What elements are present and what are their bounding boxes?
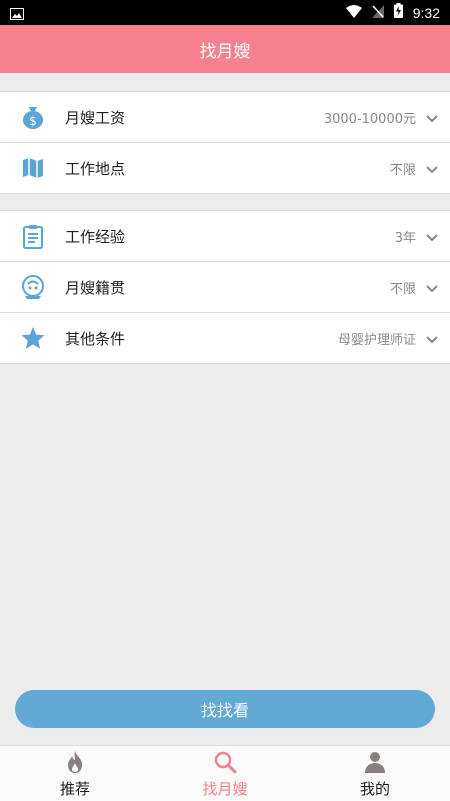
chevron-down-icon xyxy=(426,229,438,242)
chevron-down-icon xyxy=(426,280,438,293)
tab-recommend[interactable]: 推荐 xyxy=(0,746,150,801)
map-icon xyxy=(20,155,46,181)
app-bar: 找月嫂 xyxy=(0,25,450,73)
salary-label: 月嫂工资 xyxy=(65,108,126,127)
status-time: 9:32 xyxy=(412,4,440,21)
other-conditions-label: 其他条件 xyxy=(65,329,126,348)
search-icon xyxy=(213,750,237,774)
bottom-tab-bar: 推荐 找月嫂 我的 xyxy=(0,745,450,801)
chevron-down-icon xyxy=(426,331,438,344)
location-row[interactable]: 工作地点 不限 xyxy=(0,143,450,193)
status-bar: 9:32 xyxy=(0,0,450,25)
page-title: 找月嫂 xyxy=(199,41,251,62)
clipboard-icon xyxy=(20,223,46,249)
salary-row[interactable]: $ 月嫂工资 3000-10000元 xyxy=(0,92,450,143)
tab-label: 我的 xyxy=(359,780,390,798)
other-conditions-row[interactable]: 其他条件 母婴护理师证 xyxy=(0,313,450,363)
flame-icon xyxy=(63,750,87,774)
no-signal-icon xyxy=(371,3,384,22)
experience-row[interactable]: 工作经验 3年 xyxy=(0,211,450,262)
experience-value: 3年 xyxy=(394,230,416,246)
tab-label: 推荐 xyxy=(59,780,90,798)
criteria-group-2: 工作经验 3年 月嫂籍贯 不限 其他条件 母婴护理师证 xyxy=(0,210,450,364)
battery-charging-icon xyxy=(393,3,403,22)
chevron-down-icon xyxy=(426,110,438,123)
person-icon xyxy=(363,750,387,774)
other-conditions-value: 母婴护理师证 xyxy=(337,332,416,348)
gallery-notification-icon xyxy=(10,5,24,24)
tab-find-nanny[interactable]: 找月嫂 xyxy=(150,746,300,801)
hometown-label: 月嫂籍贯 xyxy=(65,278,126,297)
money-bag-icon: $ xyxy=(20,104,46,130)
star-icon xyxy=(20,325,46,351)
criteria-group-1: $ 月嫂工资 3000-10000元 工作地点 不限 xyxy=(0,91,450,194)
hometown-row[interactable]: 月嫂籍贯 不限 xyxy=(0,262,450,313)
chevron-down-icon xyxy=(426,161,438,174)
hometown-icon xyxy=(20,274,46,300)
tab-label: 找月嫂 xyxy=(202,780,248,798)
svg-text:$: $ xyxy=(29,114,37,128)
search-button[interactable]: 找找看 xyxy=(15,690,435,728)
location-value: 不限 xyxy=(389,162,416,178)
experience-label: 工作经验 xyxy=(65,227,126,246)
location-label: 工作地点 xyxy=(65,159,126,178)
hometown-value: 不限 xyxy=(389,281,416,297)
salary-value: 3000-10000元 xyxy=(323,111,416,127)
tab-mine[interactable]: 我的 xyxy=(300,746,450,801)
wifi-icon xyxy=(345,3,362,22)
